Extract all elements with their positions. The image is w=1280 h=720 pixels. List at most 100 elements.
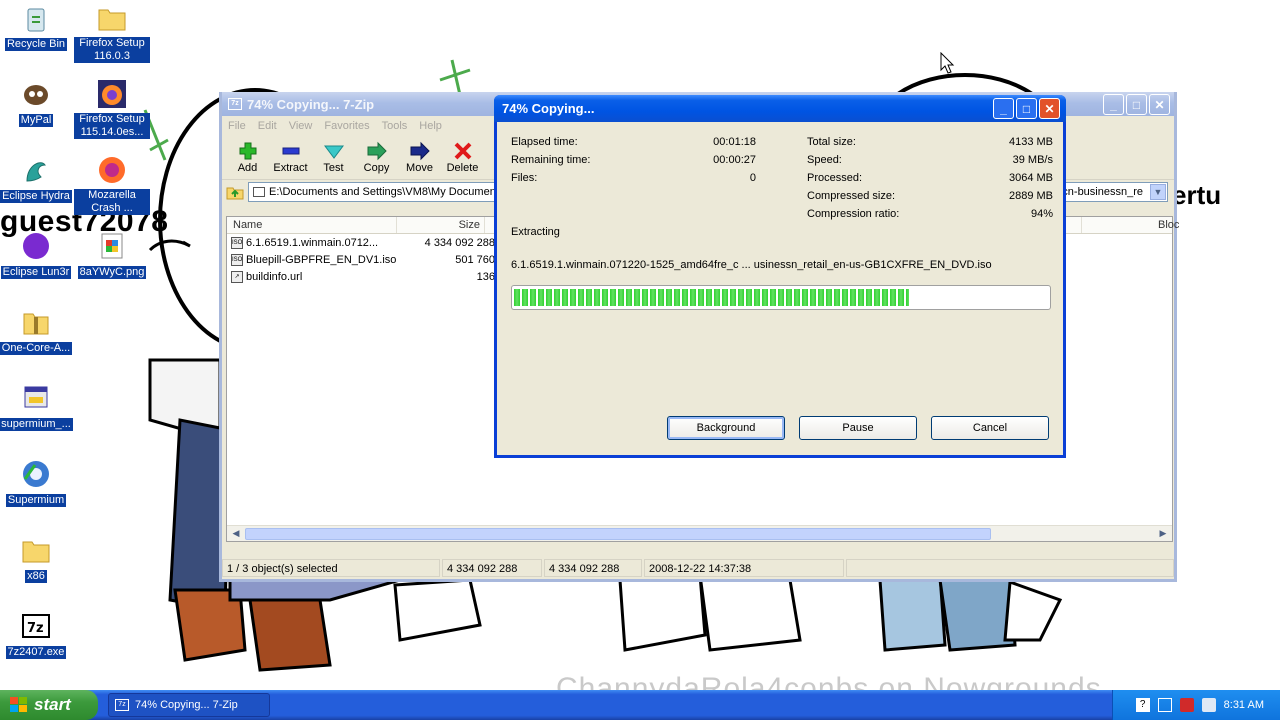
menu-tools[interactable]: Tools xyxy=(382,120,408,132)
speed-label: Speed: xyxy=(807,154,842,166)
progress-dialog: 74% Copying... _ □ ✕ Elapsed time: 00:01:… xyxy=(494,95,1066,458)
close-icon: ✕ xyxy=(1154,97,1165,112)
7zip-icon: 7z xyxy=(20,610,52,642)
total-size-label: Total size: xyxy=(807,136,856,148)
taskbar: start 7z 74% Copying... 7-Zip ? 8:31 AM xyxy=(0,690,1280,720)
menu-help[interactable]: Help xyxy=(419,120,442,132)
desktop-icon-supermium-installer[interactable]: supermium_... xyxy=(0,382,74,431)
menu-edit[interactable]: Edit xyxy=(258,120,277,132)
progress-titlebar[interactable]: 74% Copying... _ □ ✕ xyxy=(494,95,1066,122)
scrollbar-thumb[interactable] xyxy=(245,528,991,540)
operation-label: Extracting xyxy=(511,226,560,238)
add-button[interactable]: Add xyxy=(226,140,269,174)
close-button[interactable]: ✕ xyxy=(1149,94,1170,115)
copy-button[interactable]: Copy xyxy=(355,140,398,174)
desktop-icon-firefox-setup-116[interactable]: Firefox Setup 116.0.3 xyxy=(74,2,150,63)
shield-icon[interactable] xyxy=(1179,698,1194,712)
test-label: Test xyxy=(323,162,344,174)
delete-button[interactable]: Delete xyxy=(441,140,484,174)
column-block[interactable]: Bloc xyxy=(1081,217,1179,233)
7zip-window-title: 74% Copying... 7-Zip xyxy=(247,96,375,112)
desktop-icon-label: Mozarella Crash ... xyxy=(74,189,150,215)
help-icon[interactable]: ? xyxy=(1135,698,1150,712)
move-arrow-icon xyxy=(398,140,441,162)
move-button[interactable]: Move xyxy=(398,140,441,174)
move-label: Move xyxy=(406,162,433,174)
file-size: 501 760 xyxy=(455,253,495,266)
address-dropdown-button[interactable]: ▼ xyxy=(1150,184,1166,200)
clock[interactable]: 8:31 AM xyxy=(1224,699,1264,711)
desktop-icon-supermium[interactable]: Supermium xyxy=(0,458,74,507)
address-path: E:\Documents and Settings\VM8\My Documen xyxy=(269,186,496,198)
horizontal-scrollbar[interactable]: ◀ ▶ xyxy=(227,525,1172,541)
extract-button[interactable]: Extract xyxy=(269,140,312,174)
files-label: Files: xyxy=(511,172,538,184)
start-button[interactable]: start xyxy=(0,690,98,720)
status-selected: 1 / 3 object(s) selected xyxy=(222,559,440,577)
desktop-icon-one-core[interactable]: One-Core-A... xyxy=(0,306,74,355)
image-file-icon xyxy=(96,230,128,262)
address-path-tail: sicn-businessn_re xyxy=(1054,186,1143,198)
minimize-button[interactable]: _ xyxy=(1103,94,1124,115)
desktop-icon-firefox-setup-115[interactable]: Firefox Setup 115.14.0es... xyxy=(74,78,150,139)
scroll-right-icon[interactable]: ▶ xyxy=(1156,527,1170,541)
minimize-icon: _ xyxy=(1110,97,1117,112)
desktop-icon-label: supermium_... xyxy=(0,418,73,431)
folder-up-icon[interactable] xyxy=(226,184,244,200)
test-button[interactable]: Test xyxy=(312,140,355,174)
system-tray: ? 8:31 AM xyxy=(1112,690,1280,720)
desktop-icon-mypal[interactable]: MyPal xyxy=(0,78,74,127)
desktop-icon-7z2407[interactable]: 7z 7z2407.exe xyxy=(0,610,74,659)
menu-view[interactable]: View xyxy=(289,120,313,132)
desktop-icon-label: x86 xyxy=(25,570,47,583)
eclipse-hydra-icon xyxy=(20,154,52,186)
zip-folder-icon xyxy=(20,306,52,338)
extract-label: Extract xyxy=(273,162,308,174)
scroll-left-icon[interactable]: ◀ xyxy=(229,527,243,541)
maximize-button[interactable]: □ xyxy=(1126,94,1147,115)
minimize-button[interactable]: _ xyxy=(993,98,1014,119)
total-size-value: 4133 MB xyxy=(1008,136,1053,148)
close-icon: ✕ xyxy=(1044,101,1055,116)
speaker-icon[interactable] xyxy=(1201,698,1216,712)
url-file-icon: ↗ xyxy=(231,270,243,283)
mouse-cursor-icon xyxy=(940,52,955,74)
menu-favorites[interactable]: Favorites xyxy=(324,120,369,132)
column-size[interactable]: Size xyxy=(397,217,485,233)
status-bar: 1 / 3 object(s) selected 4 334 092 288 4… xyxy=(222,557,1174,579)
desktop-icon-label: Supermium xyxy=(5,494,67,507)
checkmark-icon xyxy=(312,140,355,162)
minimize-icon: _ xyxy=(1000,101,1007,116)
pause-button[interactable]: Pause xyxy=(799,416,917,440)
desktop-icon-eclipse-lunar[interactable]: Eclipse Lun3r xyxy=(0,230,74,279)
desktop-icon-8aywyc-png[interactable]: 8aYWyC.png xyxy=(74,230,150,279)
remaining-time-label: Remaining time: xyxy=(511,154,591,166)
desktop-icon-recycle-bin[interactable]: Recycle Bin xyxy=(0,2,74,51)
column-name[interactable]: Name xyxy=(227,217,397,233)
maximize-button[interactable]: □ xyxy=(1016,98,1037,119)
menu-file[interactable]: File xyxy=(228,120,246,132)
file-name: buildinfo.url xyxy=(246,270,303,283)
desktop-icon-mozarella[interactable]: Mozarella Crash ... xyxy=(74,154,150,215)
file-name: Bluepill-GBPFRE_EN_DV1.iso xyxy=(246,253,397,266)
cancel-button[interactable]: Cancel xyxy=(931,416,1049,440)
desktop-icon-x86[interactable]: x86 xyxy=(0,534,74,583)
windows-logo-icon xyxy=(10,697,28,713)
file-size: 4 334 092 288 xyxy=(424,236,495,249)
minus-icon xyxy=(269,140,312,162)
close-button[interactable]: ✕ xyxy=(1039,98,1060,119)
desktop-icon-label: Firefox Setup 115.14.0es... xyxy=(74,113,150,139)
network-icon[interactable] xyxy=(1157,698,1172,712)
left-stats: Elapsed time: 00:01:18 Remaining time: 00:… xyxy=(511,133,756,187)
background-button[interactable]: Background xyxy=(667,416,785,440)
maximize-icon: □ xyxy=(1132,97,1141,112)
taskbar-item-7zip[interactable]: 7z 74% Copying... 7-Zip xyxy=(108,693,270,717)
compressed-size-value: 2889 MB xyxy=(1008,190,1053,202)
column-block-label: Bloc xyxy=(1158,219,1180,231)
status-extra xyxy=(846,559,1174,577)
supermium-icon xyxy=(20,458,52,490)
desktop-icon-eclipse-hydra[interactable]: Eclipse Hydra xyxy=(0,154,74,203)
desktop-icon-label: 7z2407.exe xyxy=(5,646,67,659)
mozarella-icon xyxy=(96,154,128,186)
status-date: 2008-12-22 14:37:38 xyxy=(644,559,844,577)
